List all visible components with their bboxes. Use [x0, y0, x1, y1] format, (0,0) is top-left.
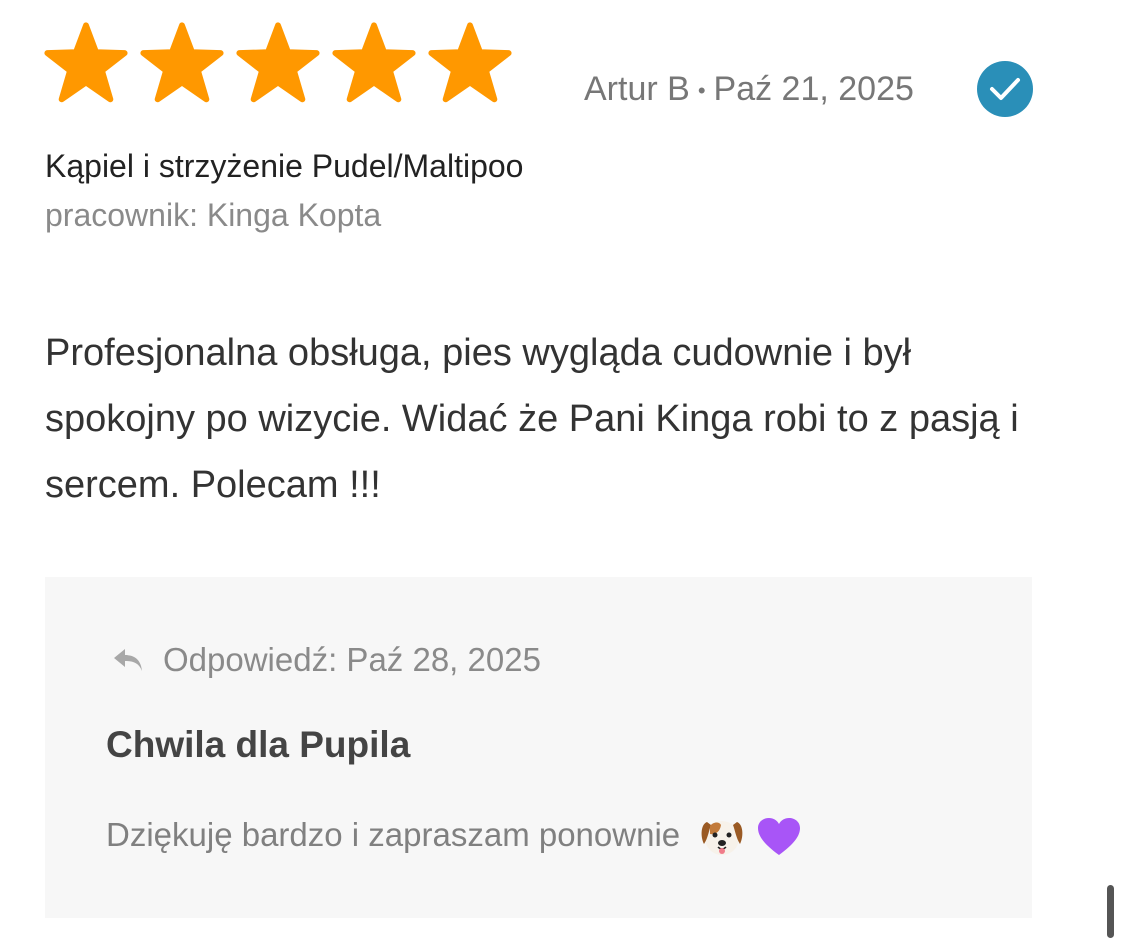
reply-message: Dziękuję bardzo i zapraszam ponownie — [106, 816, 681, 853]
meta-separator: • — [697, 78, 706, 104]
reply-date: Odpowiedź: Paź 28, 2025 — [163, 641, 541, 678]
star-icon — [140, 22, 224, 106]
review-date: Paź 21, 2025 — [713, 70, 914, 108]
star-icon — [236, 22, 320, 106]
purple-heart-emoji — [758, 818, 801, 856]
reply-arrow-icon — [114, 649, 142, 671]
reply-text: Dziękuję bardzo i zapraszam ponownie — [106, 813, 802, 858]
star-rating — [44, 22, 512, 106]
dog-face-emoji — [701, 821, 743, 856]
review-meta: Artur B • Paź 21, 2025 — [584, 68, 914, 112]
star-icon — [332, 22, 416, 106]
check-circle-icon — [977, 61, 1033, 117]
review-author: Artur B — [584, 70, 690, 108]
star-icon — [44, 22, 128, 106]
reply-business-name: Chwila dla Pupila — [106, 724, 411, 765]
star-icon — [428, 22, 512, 106]
scrollbar-thumb[interactable] — [1107, 885, 1114, 938]
review-card: Artur B • Paź 21, 2025 Kąpiel i strzyżenie… — [0, 0, 1125, 938]
reply-header: Odpowiedź: Paź 28, 2025 — [111, 641, 541, 679]
staff-name: pracownik: Kinga Kopta — [45, 197, 382, 233]
service-name: Kąpiel i strzyżenie Pudel/Maltipoo — [45, 148, 524, 184]
review-text: Profesjonalna obsługa, pies wygląda cudo… — [45, 332, 1019, 506]
business-reply: Odpowiedź: Paź 28, 2025 Chwila dla Pupil… — [45, 577, 1032, 918]
